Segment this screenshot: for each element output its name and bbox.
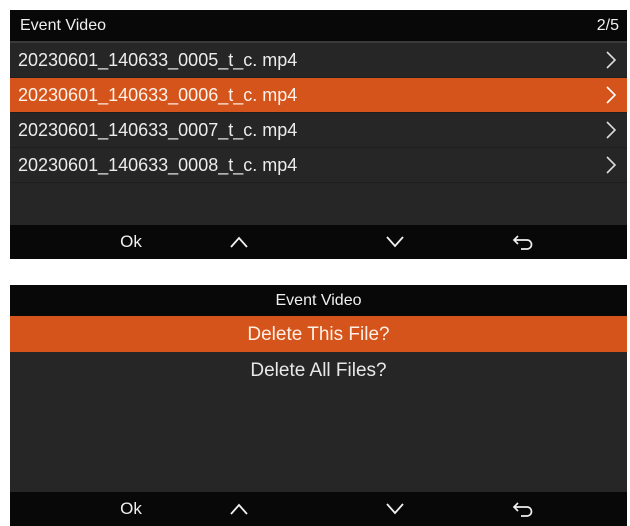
- file-name: 20230601_140633_0008_t_c. mp4: [18, 155, 298, 175]
- delete-this-file-option[interactable]: Delete This File?: [10, 316, 627, 352]
- file-row-selected[interactable]: 20230601_140633_0006_t_c. mp4: [10, 78, 627, 113]
- chevron-up-icon: [230, 503, 248, 515]
- chevron-up-icon: [230, 236, 248, 248]
- file-name: 20230601_140633_0005_t_c. mp4: [18, 50, 298, 70]
- down-button[interactable]: [365, 492, 425, 526]
- page-indicator: 2/5: [596, 17, 619, 34]
- file-row[interactable]: 20230601_140633_0005_t_c. mp4: [10, 43, 627, 78]
- title-bar: Event Video: [10, 285, 627, 316]
- chevron-right-icon: [606, 156, 617, 174]
- screen-title: Event Video: [275, 292, 362, 309]
- ok-label: Ok: [120, 232, 142, 251]
- return-arrow-icon: [512, 502, 533, 517]
- back-button[interactable]: [493, 492, 553, 526]
- ok-label: Ok: [120, 499, 142, 518]
- chevron-right-icon: [606, 51, 617, 69]
- chevron-right-icon: [606, 121, 617, 139]
- button-bar: Ok: [10, 492, 627, 526]
- event-video-file-list-screen: Event Video 2/5 20230601_140633_0005_t_c…: [10, 10, 627, 259]
- delete-menu-screen: Event Video Delete This File? Delete All…: [10, 285, 627, 526]
- button-bar: Ok: [10, 225, 627, 259]
- file-name: 20230601_140633_0006_t_c. mp4: [18, 85, 298, 105]
- option-label: Delete This File?: [247, 324, 390, 345]
- delete-all-files-option[interactable]: Delete All Files?: [10, 352, 627, 388]
- file-row[interactable]: 20230601_140633_0008_t_c. mp4: [10, 148, 627, 183]
- file-name: 20230601_140633_0007_t_c. mp4: [18, 120, 298, 140]
- up-button[interactable]: [209, 492, 269, 526]
- chevron-right-icon: [606, 86, 617, 104]
- ok-button[interactable]: Ok: [101, 492, 161, 526]
- down-button[interactable]: [365, 225, 425, 259]
- chevron-down-icon: [386, 503, 404, 515]
- file-row[interactable]: 20230601_140633_0007_t_c. mp4: [10, 113, 627, 148]
- back-button[interactable]: [493, 225, 553, 259]
- ok-button[interactable]: Ok: [101, 225, 161, 259]
- return-arrow-icon: [512, 235, 533, 250]
- up-button[interactable]: [209, 225, 269, 259]
- screen-title: Event Video: [20, 17, 106, 34]
- title-bar: Event Video 2/5: [10, 10, 627, 43]
- option-label: Delete All Files?: [250, 360, 387, 381]
- delete-options-list: Delete This File? Delete All Files?: [10, 316, 627, 388]
- chevron-down-icon: [386, 236, 404, 248]
- file-list: 20230601_140633_0005_t_c. mp4 20230601_1…: [10, 43, 627, 183]
